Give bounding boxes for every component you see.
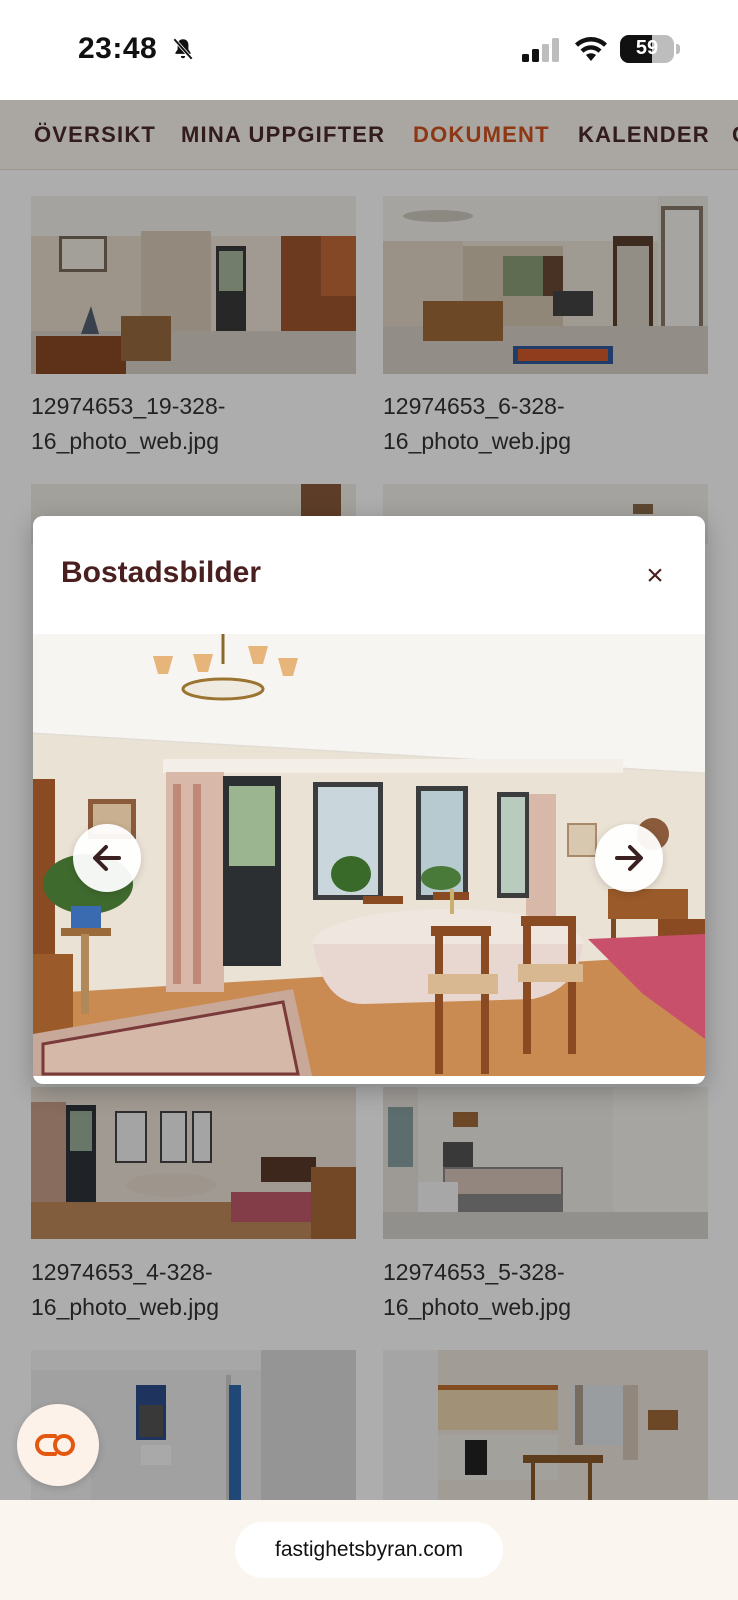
browser-bottom-bar: fastighetsbyran.com — [0, 1500, 738, 1600]
modal-header: Bostadsbilder × — [33, 516, 705, 634]
close-button[interactable]: × — [637, 558, 673, 594]
modal-title: Bostadsbilder — [61, 556, 262, 589]
chat-button[interactable] — [17, 1404, 99, 1486]
image-viewer-modal: Bostadsbilder × — [33, 516, 705, 1084]
battery-tip — [676, 44, 680, 54]
battery-icon: 59 — [620, 35, 674, 63]
next-photo-button[interactable] — [595, 824, 663, 892]
arrow-left-icon — [93, 845, 121, 871]
battery-level: 59 — [635, 37, 659, 59]
bell-slash-icon — [173, 38, 193, 60]
wifi-icon — [575, 37, 607, 61]
arrow-right-icon — [615, 845, 643, 871]
cellular-signal-icon — [522, 38, 559, 62]
status-time: 23:48 — [78, 32, 158, 65]
chat-logo-icon — [35, 1434, 76, 1456]
status-bar: 23:48 59 — [0, 0, 738, 100]
url-field[interactable]: fastighetsbyran.com — [235, 1522, 503, 1578]
previous-photo-button[interactable] — [73, 824, 141, 892]
